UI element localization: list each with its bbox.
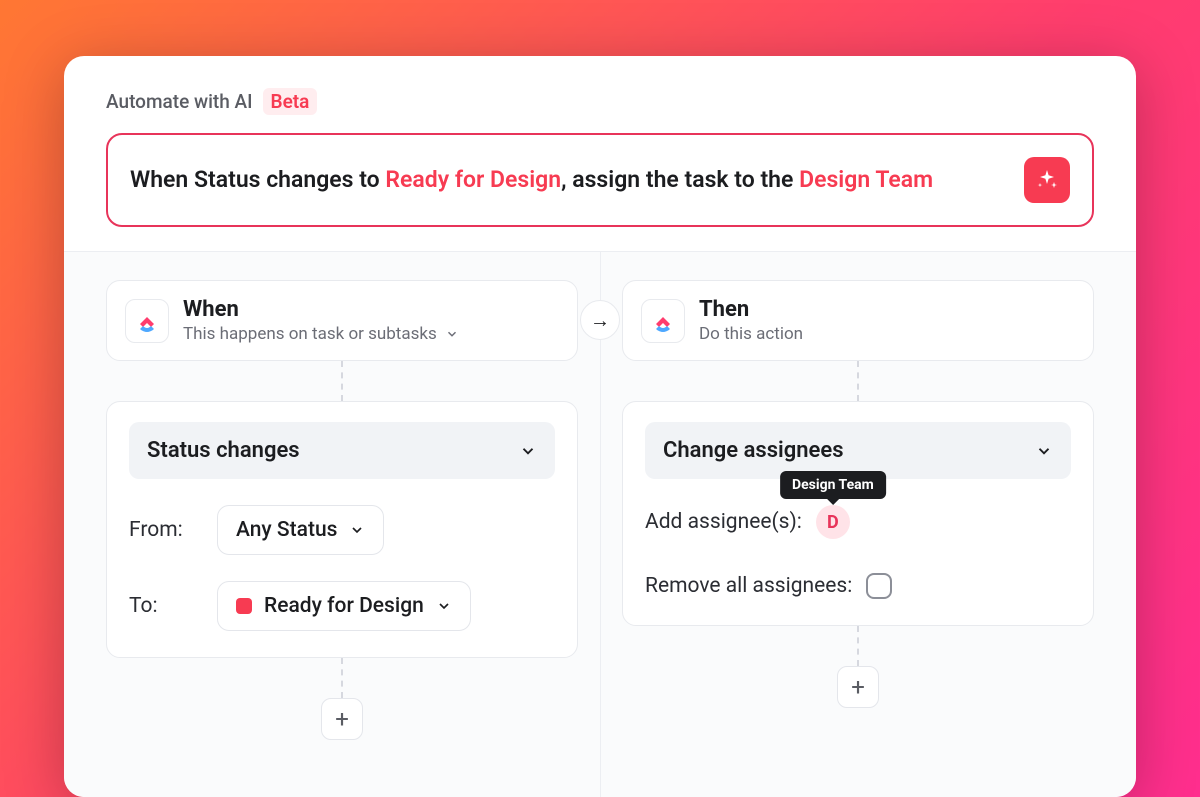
prompt-highlight-team: Design Team <box>799 166 933 193</box>
to-status-value: Ready for Design <box>264 594 424 618</box>
connector-line <box>857 626 859 666</box>
status-color-swatch <box>236 598 252 614</box>
prompt-text: When Status changes to Ready for Design,… <box>130 164 1006 195</box>
then-subtitle: Do this action <box>699 324 803 344</box>
remove-assignees-label: Remove all assignees: <box>645 574 852 598</box>
from-label: From: <box>129 518 199 542</box>
when-title: When <box>183 297 559 322</box>
assignee-initial: D <box>827 512 839 533</box>
when-body-card: Status changes From: Any Status To: <box>106 401 578 658</box>
from-status-dropdown[interactable]: Any Status <box>217 505 384 555</box>
chevron-down-icon[interactable] <box>445 327 459 341</box>
connector-line <box>341 361 343 401</box>
clickup-logo-icon <box>125 299 169 343</box>
sparkle-icon <box>1035 168 1059 192</box>
ai-generate-button[interactable] <box>1024 157 1070 203</box>
when-header-card[interactable]: When This happens on task or subtasks <box>106 280 578 361</box>
add-condition-button[interactable]: + <box>321 698 363 740</box>
trigger-dropdown[interactable]: Status changes <box>129 422 555 479</box>
add-assignee-label: Add assignee(s): <box>645 510 802 534</box>
chevron-down-icon <box>1035 442 1053 460</box>
trigger-label: Status changes <box>147 438 300 463</box>
connector-line <box>857 361 859 401</box>
chevron-down-icon <box>519 442 537 460</box>
then-header-card[interactable]: Then Do this action <box>622 280 1094 361</box>
clickup-logo-icon <box>641 299 685 343</box>
chevron-down-icon <box>349 522 365 538</box>
header-area: Automate with AI Beta When Status change… <box>64 56 1136 227</box>
beta-badge: Beta <box>263 88 318 115</box>
prompt-highlight-status: Ready for Design <box>385 166 561 193</box>
then-body-card: Change assignees Add assignee(s): D Desi… <box>622 401 1094 626</box>
connector-line <box>341 658 343 698</box>
then-column: Then Do this action Change assignees <box>622 280 1094 740</box>
arrow-connector-icon: → <box>580 300 620 340</box>
prompt-part1: When Status changes to <box>130 166 385 193</box>
chevron-down-icon <box>436 598 452 614</box>
when-subtitle: This happens on task or subtasks <box>183 324 437 344</box>
add-action-button[interactable]: + <box>837 666 879 708</box>
remove-assignees-checkbox[interactable] <box>866 573 892 599</box>
header-title: Automate with AI <box>106 90 253 113</box>
ai-prompt-input[interactable]: When Status changes to Ready for Design,… <box>106 133 1094 227</box>
action-label: Change assignees <box>663 438 844 463</box>
prompt-part2: , assign the task to the <box>561 166 799 193</box>
then-title: Then <box>699 297 1075 322</box>
to-label: To: <box>129 594 199 618</box>
assignee-tooltip: Design Team <box>780 471 886 499</box>
automation-builder-window: Automate with AI Beta When Status change… <box>64 56 1136 797</box>
when-column: When This happens on task or subtasks St… <box>106 280 578 740</box>
assignee-chip[interactable]: D Design Team <box>816 505 850 539</box>
to-status-dropdown[interactable]: Ready for Design <box>217 581 471 631</box>
from-status-value: Any Status <box>236 518 337 542</box>
automation-canvas: → When This happens on <box>64 251 1136 797</box>
